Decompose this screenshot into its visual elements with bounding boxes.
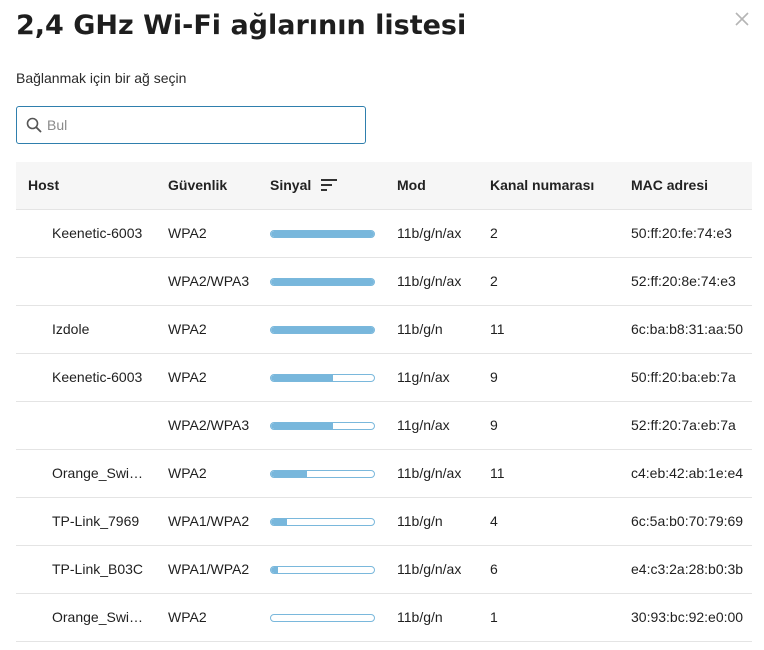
cell-channel: 9 bbox=[490, 369, 498, 385]
signal-strength-fill bbox=[271, 471, 308, 477]
signal-strength-bar bbox=[270, 374, 375, 382]
table-row[interactable]: WPA2/WPA3 11g/n/ax 9 52:ff:20:7a:eb:7a bbox=[16, 402, 752, 450]
cell-security: WPA2 bbox=[168, 465, 207, 481]
table-row[interactable]: WPA2/WPA3 11b/g/n/ax 2 52:ff:20:8e:74:e3 bbox=[16, 258, 752, 306]
column-header-mac[interactable]: MAC adresi bbox=[631, 162, 708, 209]
table-row[interactable]: Orange_Swiatlowod_4A30 WPA2 11b/g/n/ax 1… bbox=[16, 450, 752, 498]
signal-strength-bar bbox=[270, 422, 375, 430]
cell-security: WPA2/WPA3 bbox=[168, 417, 250, 433]
sort-signal-button[interactable] bbox=[320, 178, 338, 192]
signal-strength-fill bbox=[271, 327, 374, 333]
cell-mode: 11g/n/ax bbox=[397, 417, 450, 433]
signal-strength-bar bbox=[270, 278, 375, 286]
cell-security: WPA2/WPA3 bbox=[168, 273, 250, 289]
table-header: Host Güvenlik Sinyal Mod Kanal numarası … bbox=[16, 162, 752, 210]
signal-strength-bar bbox=[270, 470, 375, 478]
cell-security: WPA1/WPA2 bbox=[168, 513, 250, 529]
cell-mode: 11b/g/n/ax bbox=[397, 465, 462, 481]
cell-host bbox=[52, 402, 150, 449]
close-button[interactable] bbox=[731, 8, 753, 30]
cell-host: Orange_Swiatlowod_4A30 bbox=[52, 465, 150, 481]
column-header-security[interactable]: Güvenlik bbox=[168, 162, 227, 209]
cell-channel: 2 bbox=[490, 273, 498, 289]
table-row[interactable]: Orange_Swiatlowod_E000 WPA2 11b/g/n 1 30… bbox=[16, 594, 752, 642]
cell-mode: 11b/g/n/ax bbox=[397, 273, 462, 289]
table-row[interactable]: TP-Link_B03C WPA1/WPA2 11b/g/n/ax 6 e4:c… bbox=[16, 546, 752, 594]
signal-strength-fill bbox=[271, 231, 374, 237]
cell-security: WPA2 bbox=[168, 225, 207, 241]
signal-strength-bar bbox=[270, 614, 375, 622]
cell-mac: c4:eb:42:ab:1e:e4 bbox=[631, 465, 744, 481]
network-table: Host Güvenlik Sinyal Mod Kanal numarası … bbox=[16, 162, 752, 642]
cell-mac: e4:c3:2a:28:b0:3b bbox=[631, 561, 744, 577]
cell-channel: 9 bbox=[490, 417, 498, 433]
dialog-subtitle: Bağlanmak için bir ağ seçin bbox=[16, 70, 187, 86]
cell-security: WPA1/WPA2 bbox=[168, 561, 250, 577]
cell-mode: 11b/g/n bbox=[397, 513, 443, 529]
signal-strength-bar bbox=[270, 566, 375, 574]
search-input[interactable] bbox=[47, 117, 347, 133]
close-icon bbox=[735, 12, 749, 26]
cell-host: Izdole bbox=[52, 321, 90, 337]
cell-channel: 11 bbox=[490, 321, 505, 337]
table-row[interactable]: TP-Link_7969 WPA1/WPA2 11b/g/n 4 6c:5a:b… bbox=[16, 498, 752, 546]
cell-host: TP-Link_7969 bbox=[52, 513, 140, 529]
cell-mac: 52:ff:20:7a:eb:7a bbox=[631, 417, 736, 433]
search-icon bbox=[26, 117, 42, 133]
cell-mac: 50:ff:20:ba:eb:7a bbox=[631, 369, 736, 385]
signal-strength-fill bbox=[271, 279, 374, 285]
dialog-title: 2,4 GHz Wi-Fi ağlarının listesi bbox=[16, 10, 467, 41]
cell-channel: 11 bbox=[490, 465, 505, 481]
search-box[interactable] bbox=[16, 106, 366, 144]
signal-strength-fill bbox=[271, 519, 288, 525]
cell-security: WPA2 bbox=[168, 321, 207, 337]
column-header-mode[interactable]: Mod bbox=[397, 162, 426, 209]
cell-mode: 11b/g/n bbox=[397, 321, 443, 337]
signal-strength-bar bbox=[270, 518, 375, 526]
sort-lines-icon bbox=[321, 179, 337, 191]
cell-security: WPA2 bbox=[168, 369, 207, 385]
table-row[interactable]: Keenetic-6003 WPA2 11b/g/n/ax 2 50:ff:20… bbox=[16, 210, 752, 258]
cell-channel: 1 bbox=[490, 609, 498, 625]
cell-host: Orange_Swiatlowod_E000 bbox=[52, 609, 150, 625]
signal-strength-bar bbox=[270, 326, 375, 334]
table-row[interactable]: Izdole WPA2 11b/g/n 11 6c:ba:b8:31:aa:50 bbox=[16, 306, 752, 354]
cell-mac: 6c:5a:b0:70:79:69 bbox=[631, 513, 744, 529]
cell-mac: 50:ff:20:fe:74:e3 bbox=[631, 225, 732, 241]
cell-channel: 4 bbox=[490, 513, 498, 529]
cell-mac: 52:ff:20:8e:74:e3 bbox=[631, 273, 736, 289]
cell-mode: 11b/g/n bbox=[397, 609, 443, 625]
cell-mode: 11b/g/n/ax bbox=[397, 225, 462, 241]
cell-channel: 2 bbox=[490, 225, 498, 241]
cell-mode: 11b/g/n/ax bbox=[397, 561, 462, 577]
cell-host: Keenetic-6003 bbox=[52, 369, 143, 385]
column-header-signal[interactable]: Sinyal bbox=[270, 162, 311, 209]
cell-mac: 30:93:bc:92:e0:00 bbox=[631, 609, 744, 625]
signal-strength-bar bbox=[270, 230, 375, 238]
cell-host: TP-Link_B03C bbox=[52, 561, 144, 577]
cell-host bbox=[52, 258, 150, 305]
signal-strength-fill bbox=[271, 423, 333, 429]
cell-mac: 6c:ba:b8:31:aa:50 bbox=[631, 321, 744, 337]
table-row[interactable]: Keenetic-6003 WPA2 11g/n/ax 9 50:ff:20:b… bbox=[16, 354, 752, 402]
column-header-channel[interactable]: Kanal numarası bbox=[490, 162, 594, 209]
cell-security: WPA2 bbox=[168, 609, 207, 625]
column-header-host[interactable]: Host bbox=[28, 162, 59, 209]
signal-strength-fill bbox=[271, 375, 333, 381]
signal-strength-fill bbox=[271, 567, 279, 573]
cell-channel: 6 bbox=[490, 561, 498, 577]
cell-mode: 11g/n/ax bbox=[397, 369, 450, 385]
cell-host: Keenetic-6003 bbox=[52, 225, 143, 241]
